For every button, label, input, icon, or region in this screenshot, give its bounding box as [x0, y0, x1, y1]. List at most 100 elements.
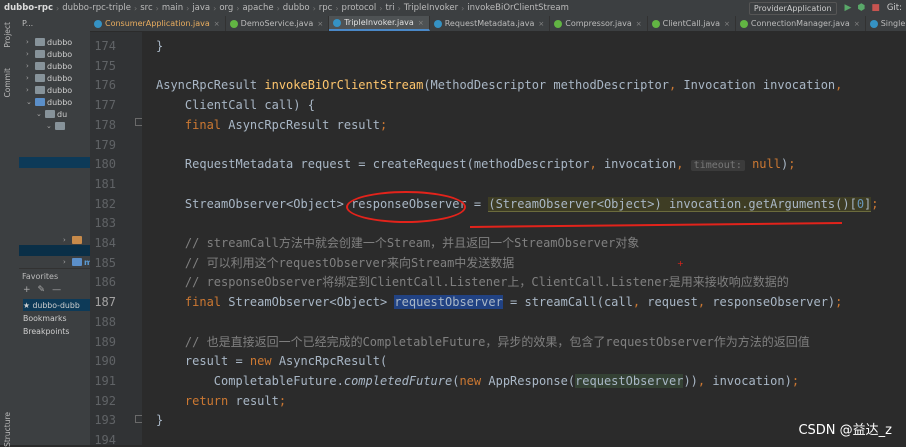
tree-item[interactable]: ⌄ du — [36, 108, 67, 120]
editor-tab[interactable]: ConnectionManager.java × — [736, 16, 866, 31]
breadcrumb-item[interactable]: dubbo — [280, 3, 313, 13]
expand-arrow-icon[interactable]: ⌄ — [26, 98, 35, 106]
expand-arrow-icon[interactable]: › — [26, 62, 35, 70]
code-line[interactable]: final StreamObserver<Object> requestObse… — [156, 293, 842, 312]
code-line[interactable]: RequestMetadata request = createRequest(… — [156, 155, 795, 174]
breadcrumb-item[interactable]: tri — [382, 3, 397, 13]
close-icon[interactable]: × — [418, 19, 424, 27]
project-panel-header: P... — [19, 16, 90, 30]
code-line[interactable]: result = new AsyncRpcResult( — [156, 352, 387, 371]
stop-icon[interactable]: ■ — [871, 3, 880, 13]
code-line[interactable]: // 也是直接返回一个已经完成的CompletableFuture，异步的效果，… — [156, 333, 810, 352]
close-icon[interactable]: × — [854, 20, 860, 28]
tree-item[interactable]: ⌄ — [46, 120, 67, 132]
structure-tool-button[interactable]: Structure — [3, 412, 12, 447]
project-tool-button[interactable]: Project — [3, 22, 12, 48]
favorites-item[interactable]: Breakpoints — [23, 325, 90, 337]
line-number: 190 — [94, 354, 116, 369]
close-icon[interactable]: × — [636, 20, 642, 28]
editor-gutter[interactable]: 174 175 176 177 178 179 180 181 182 183 184 185 186 1… — [90, 32, 153, 447]
breadcrumb-item[interactable]: rpc — [316, 3, 336, 13]
code-line[interactable]: CompletableFuture.completedFuture(new Ap… — [156, 372, 799, 391]
code-token: RequestMetadata request = createRequest(… — [156, 157, 590, 172]
editor-tab[interactable]: RequestMetadata.java × — [430, 16, 551, 31]
tree-item[interactable]: ›m — [63, 256, 90, 268]
close-icon[interactable]: × — [214, 20, 220, 28]
breadcrumb-item[interactable]: TripleInvoker — [401, 3, 461, 13]
code-token: )) — [683, 373, 698, 388]
code-line[interactable]: final AsyncRpcResult result; — [156, 116, 387, 135]
breadcrumb-item[interactable]: java — [189, 3, 213, 13]
code-token: final — [184, 117, 222, 132]
breadcrumb-item[interactable]: org — [216, 3, 236, 13]
code-token: } — [156, 39, 164, 53]
code-line[interactable]: } — [156, 37, 163, 56]
tree-item[interactable]: ⌄ dubbo — [26, 96, 72, 108]
editor-tab[interactable]: DemoService.java × — [226, 16, 330, 31]
breadcrumb-item[interactable]: apache — [239, 3, 276, 13]
tree-item[interactable]: › dubbo — [26, 72, 72, 84]
code-line[interactable]: return result; — [156, 392, 286, 411]
breadcrumb-item[interactable]: dubbo-rpc — [0, 3, 56, 13]
code-line[interactable]: // 可以利用这个requestObserver来向Stream中发送数据 — [156, 254, 514, 273]
expand-arrow-icon[interactable]: ⌄ — [36, 110, 45, 118]
tree-item[interactable]: › dubbo — [26, 48, 72, 60]
line-number: 176 — [94, 78, 116, 93]
expand-arrow-icon[interactable]: › — [63, 258, 72, 266]
expand-arrow-icon[interactable]: › — [26, 38, 35, 46]
project-panel-title[interactable]: P... — [22, 19, 33, 28]
expand-arrow-icon[interactable]: › — [63, 236, 72, 244]
favorites-item[interactable]: ★ dubbo-dubb — [23, 299, 90, 311]
code-line[interactable]: // streamCall方法中就会创建一个Stream，并且返回一个Strea… — [156, 234, 639, 253]
tree-item[interactable]: › dubbo — [26, 84, 72, 96]
breadcrumb-item[interactable]: main — [159, 3, 186, 13]
expand-arrow-icon[interactable]: › — [26, 74, 35, 82]
run-configuration-select[interactable]: ProviderApplication — [748, 1, 837, 15]
tree-item[interactable]: › dubbo — [26, 36, 72, 48]
edit-icon[interactable]: ✎ — [38, 285, 46, 295]
code-line[interactable]: // responseObserver将绑定到ClientCall.Listen… — [156, 273, 789, 292]
breadcrumb-item[interactable]: dubbo-rpc-triple — [59, 3, 134, 13]
breadcrumb-item[interactable]: invokeBiOrClientStream — [464, 3, 572, 13]
code-line[interactable]: ClientCall call) { — [156, 96, 315, 115]
close-icon[interactable]: × — [724, 20, 730, 28]
class-file-icon — [869, 19, 878, 28]
add-icon[interactable]: + — [23, 285, 31, 295]
code-token: new — [249, 354, 272, 369]
code-token: Invocation invocation — [676, 78, 836, 93]
tree-item[interactable]: › dubbo — [26, 60, 72, 72]
folder-icon — [72, 258, 82, 266]
favorites-item[interactable]: Bookmarks — [23, 312, 90, 324]
code-line[interactable]: } — [156, 411, 163, 430]
tree-item[interactable]: › — [63, 234, 84, 246]
code-token: return — [184, 393, 229, 408]
expand-arrow-icon[interactable]: › — [26, 86, 35, 94]
editor-tab-bar: ConsumerApplication.java × DemoService.jav… — [90, 16, 906, 32]
code-line[interactable]: AsyncRpcResult invokeBiOrClientStream(Me… — [156, 76, 842, 95]
editor-tab[interactable]: Compressor.java × — [550, 16, 648, 31]
commit-tool-button[interactable]: Commit — [3, 68, 12, 97]
close-icon[interactable]: × — [317, 20, 323, 28]
expand-arrow-icon[interactable]: ⌄ — [46, 122, 55, 130]
code-line[interactable]: StreamObserver<Object> responseObserver … — [156, 195, 879, 214]
breadcrumb-item[interactable]: src — [137, 3, 155, 13]
remove-icon[interactable]: — — [52, 285, 61, 295]
code-token: ; — [379, 117, 388, 132]
code-token: result = — [156, 354, 250, 369]
close-icon[interactable]: × — [538, 20, 544, 28]
favorites-header[interactable]: Favorites — [19, 268, 90, 283]
editor-tab[interactable]: ClientCall.java × — [648, 16, 736, 31]
run-icon[interactable]: ▶ — [845, 3, 852, 13]
expand-arrow-icon[interactable]: › — [26, 50, 35, 58]
editor-tab-label: ClientCall.java — [662, 19, 721, 28]
code-token: , — [589, 157, 597, 172]
editor-tab[interactable]: TripleInvoker.java × — [329, 16, 430, 31]
folder-icon — [35, 98, 45, 106]
code-token: ClientCall call) { — [156, 98, 315, 113]
editor-tab[interactable]: ConsumerApplication.java × — [90, 16, 226, 31]
code-editor[interactable]: } AsyncRpcResult invokeBiOrClientStream(M… — [142, 32, 906, 445]
debug-icon[interactable]: ⬢ — [857, 3, 865, 13]
breadcrumb-item[interactable]: protocol — [339, 3, 380, 13]
editor-tab[interactable]: SingleProtocolConnect× — [866, 16, 906, 31]
